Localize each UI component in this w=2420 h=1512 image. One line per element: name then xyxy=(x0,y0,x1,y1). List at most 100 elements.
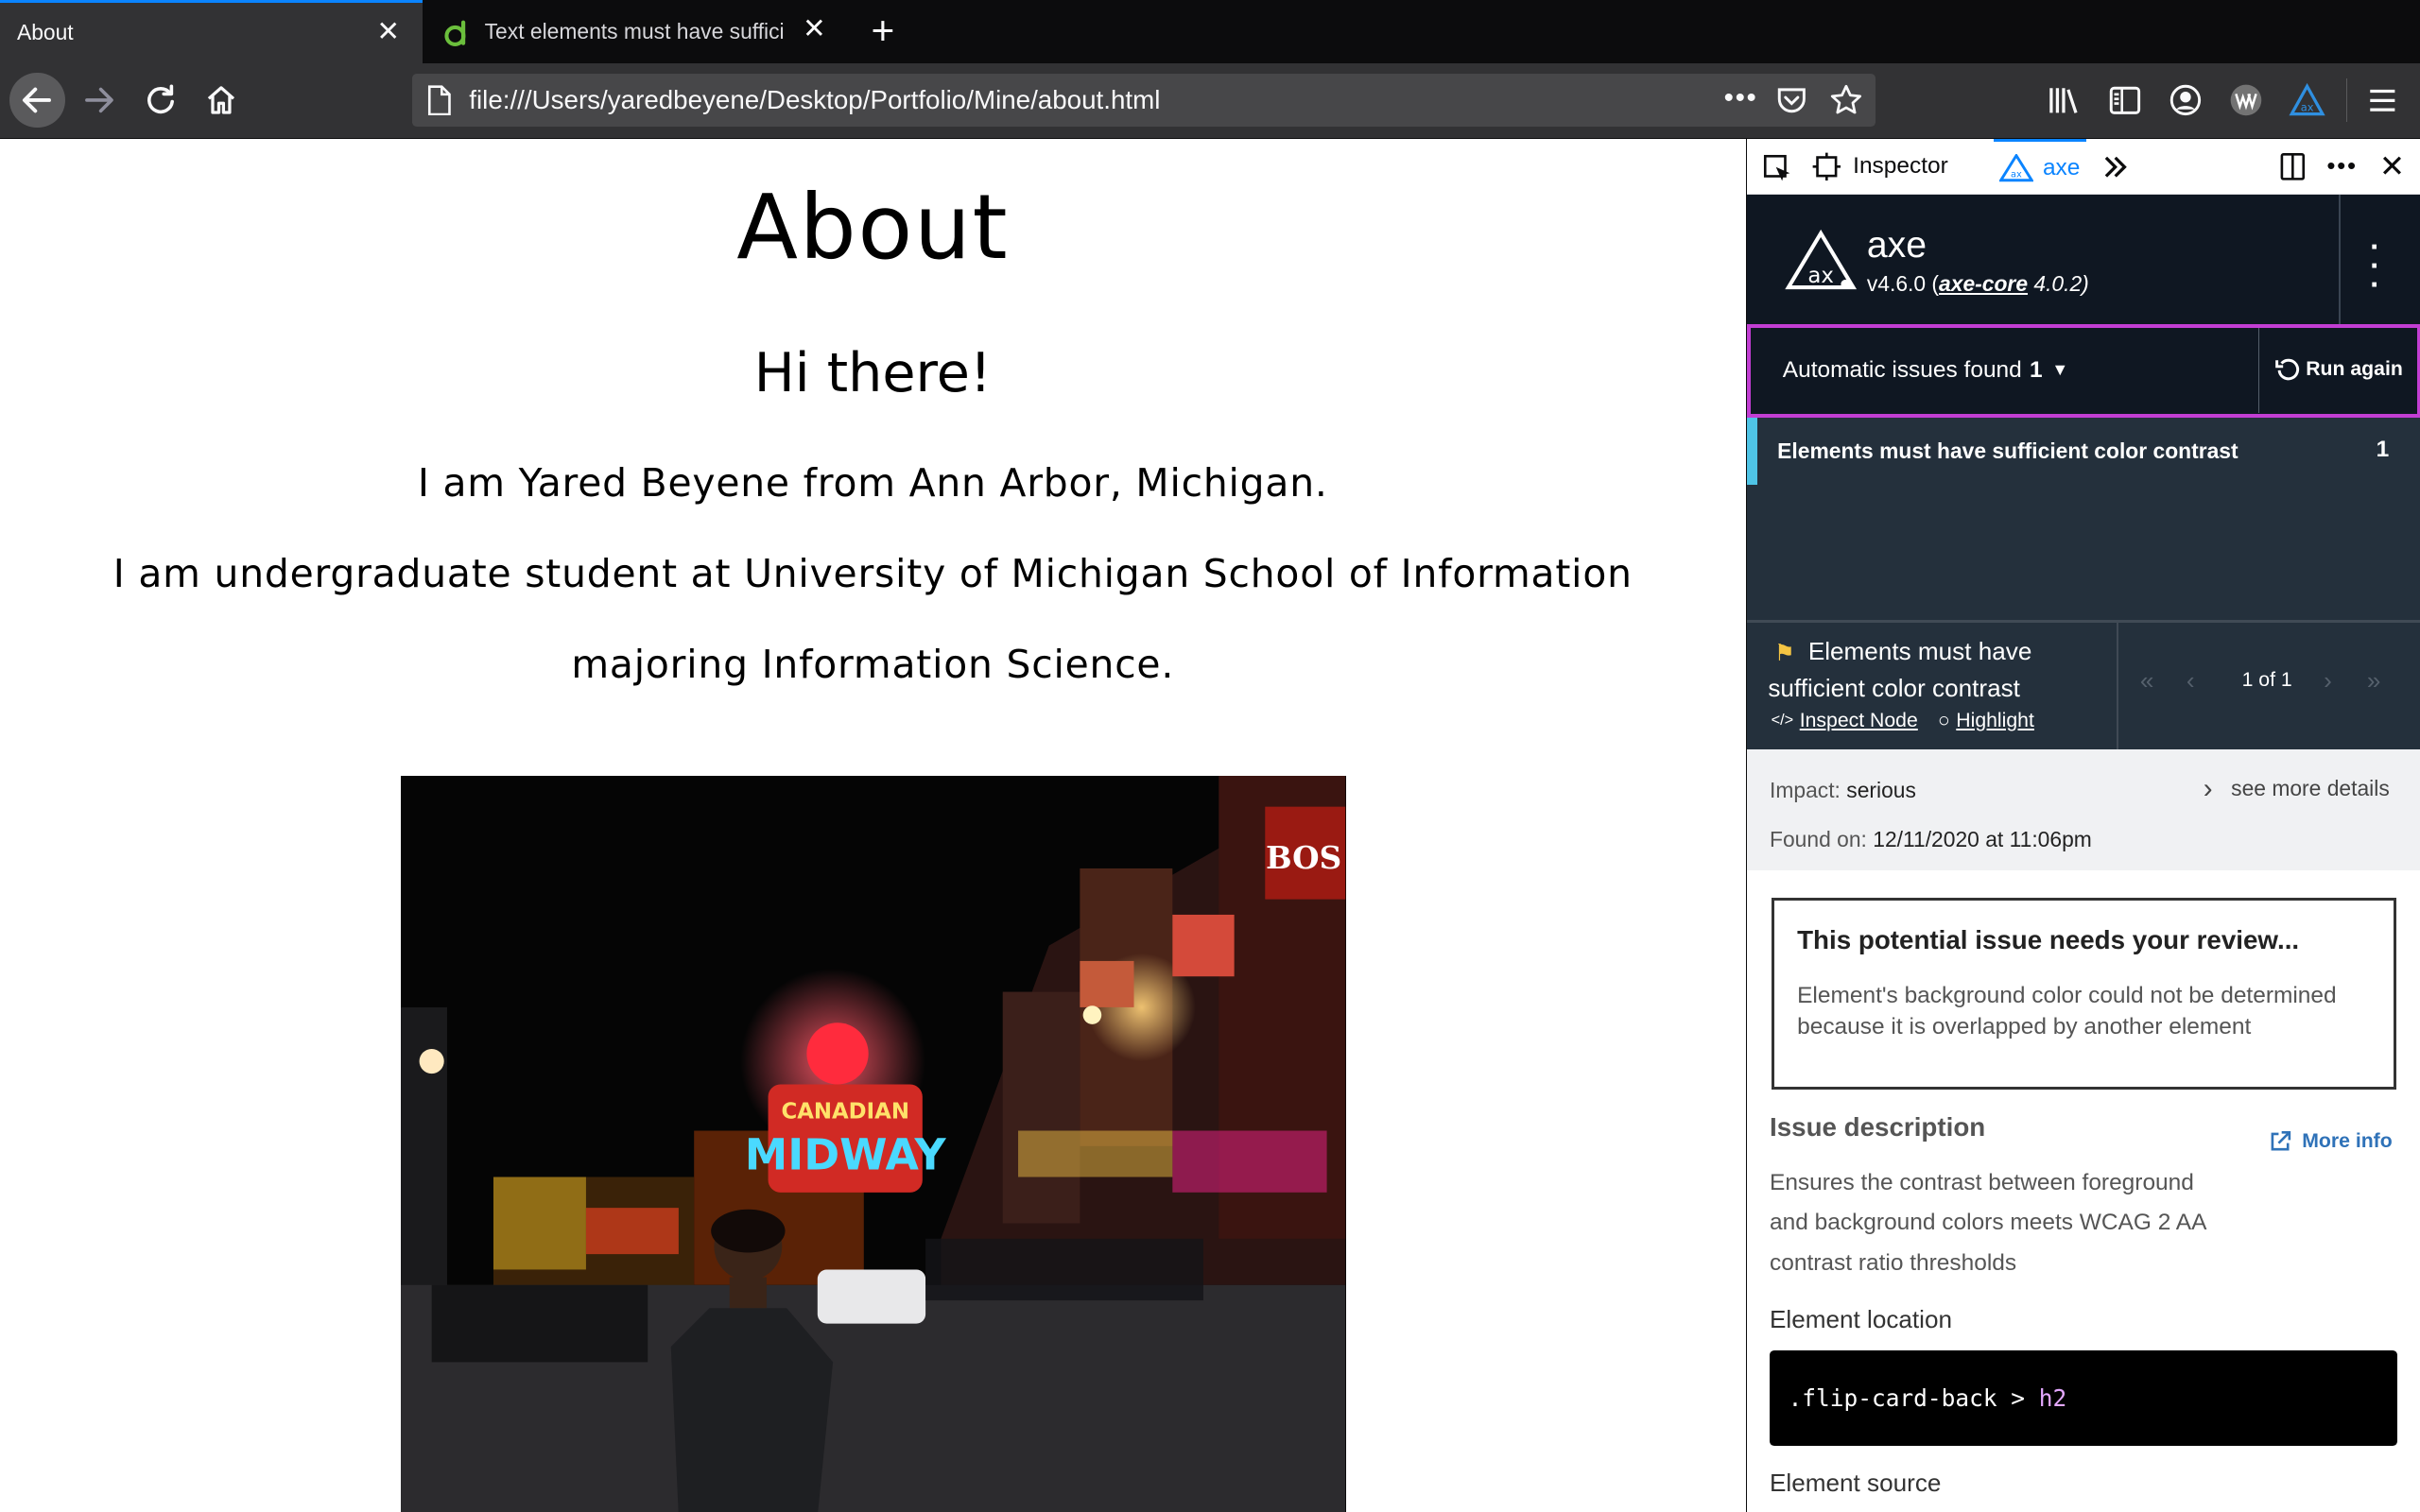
page-icon xyxy=(427,85,451,116)
run-again-button[interactable]: Run again xyxy=(2274,357,2403,382)
tab-strip: About ✕ Text elements must have suffici … xyxy=(0,0,2420,63)
hamburger-menu-icon[interactable] xyxy=(2367,85,2398,116)
rule-count: 1 xyxy=(2376,437,2390,463)
toolbar-divider xyxy=(2345,78,2348,122)
account-icon[interactable] xyxy=(2169,83,2203,117)
first-page-icon[interactable]: « xyxy=(2140,666,2154,696)
issue-detail-header: ⚑ Elements must have sufficient color co… xyxy=(1746,620,2420,750)
profile-photo: CANADIAN MIDWAY BOS xyxy=(401,776,1346,1512)
flag-icon: ⚑ xyxy=(1773,640,1795,666)
devtools-toolbar: Inspector ax axe ••• ✕ xyxy=(1746,138,2420,195)
svg-text:ax: ax xyxy=(2301,101,2314,114)
highlight-link[interactable]: ○ Highlight xyxy=(1938,710,2034,732)
home-icon[interactable] xyxy=(193,73,249,129)
axe-logo-icon: ax xyxy=(1784,229,1857,289)
found-value: 12/11/2020 at 11:06pm xyxy=(1873,827,2092,852)
greeting-heading: Hi there! xyxy=(753,342,992,405)
tab-axe-issue[interactable]: Text elements must have suffici ✕ xyxy=(423,0,849,63)
rule-list-item[interactable]: Elements must have sufficient color cont… xyxy=(1746,418,2420,485)
intro-line-3: majoring Information Science. xyxy=(571,642,1175,688)
issues-dropdown[interactable]: Automatic issues found 1 ▼ xyxy=(1783,357,2068,384)
code-icon: </> xyxy=(1771,712,1794,730)
reload-icon[interactable] xyxy=(132,73,188,129)
svg-text:ax: ax xyxy=(2011,170,2022,180)
selector-tag: h2 xyxy=(2038,1383,2067,1412)
issue-description-heading: Issue description xyxy=(1770,1112,1986,1143)
impact: Impact: serious xyxy=(1770,778,1916,803)
library-icon[interactable] xyxy=(2047,85,2081,116)
found-label: Found on: xyxy=(1770,827,1867,852)
issue-detail-body: Impact: serious › see more details Found… xyxy=(1746,749,2420,1512)
axe-extension-icon[interactable]: ax xyxy=(2289,83,2325,117)
web-page: About Hi there! I am Yared Beyene from A… xyxy=(0,138,1746,1512)
axe-header: ax axe v4.6.0 (axe-core 4.0.2) · · · xyxy=(1746,194,2420,324)
page-actions-icon[interactable]: ••• xyxy=(1724,82,1758,114)
rule-indicator xyxy=(1746,418,1757,485)
bookmark-star-icon[interactable] xyxy=(1829,83,1863,117)
issue-meta: Impact: serious › see more details Found… xyxy=(1746,749,2420,870)
element-selector: .flip-card-back > h2 xyxy=(1770,1349,2398,1446)
pager-text: 1 of 1 xyxy=(2241,669,2292,692)
next-page-icon[interactable]: › xyxy=(2324,666,2332,696)
inspect-node-link[interactable]: </> Inspect Node xyxy=(1772,710,1918,732)
back-icon[interactable] xyxy=(9,72,65,129)
close-icon[interactable]: ✕ xyxy=(2379,148,2405,184)
review-callout: This potential issue needs your review..… xyxy=(1771,898,2396,1090)
refresh-icon xyxy=(2274,358,2299,381)
tab-axe[interactable]: ax axe xyxy=(1993,138,2086,195)
impact-value: serious xyxy=(1846,777,1916,802)
impact-label: Impact: xyxy=(1770,777,1841,802)
external-link-icon xyxy=(2271,1131,2291,1151)
dock-side-icon[interactable] xyxy=(2277,151,2308,182)
svg-text:BOS: BOS xyxy=(1266,839,1341,876)
chevron-right-icon: › xyxy=(2203,772,2213,804)
more-tabs-chevron-icon[interactable] xyxy=(2101,153,2129,180)
svg-text:CANADIAN: CANADIAN xyxy=(782,1100,910,1125)
close-icon[interactable]: ✕ xyxy=(803,15,826,43)
last-page-icon[interactable]: » xyxy=(2367,666,2381,696)
tab-inspector[interactable]: Inspector xyxy=(1811,139,1948,195)
see-more-details-button[interactable]: › see more details xyxy=(2204,773,2390,805)
see-more-label: see more details xyxy=(2231,776,2390,801)
new-tab-icon[interactable]: + xyxy=(852,0,913,63)
close-icon[interactable]: ✕ xyxy=(376,18,400,45)
element-location-heading: Element location xyxy=(1770,1305,1953,1334)
core-version: 4.0.2) xyxy=(2028,271,2089,297)
sidebar-icon[interactable] xyxy=(2108,85,2142,116)
wave-extension-icon[interactable] xyxy=(2229,83,2263,117)
review-body: Element's background color could not be … xyxy=(1797,983,2337,1040)
tab-title: Text elements must have suffici xyxy=(484,18,785,43)
detail-title-line2: sufficient color contrast xyxy=(1768,674,2020,703)
detail-title-line1: Elements must have xyxy=(1807,637,2032,665)
issue-description: Ensures the contrast between foreground … xyxy=(1770,1170,2206,1276)
inspect-node-label: Inspect Node xyxy=(1799,709,1918,731)
devtools-panel: Inspector ax axe ••• ✕ ax axe v4.6.0 (ax… xyxy=(1745,138,2420,1512)
more-info-link[interactable]: More info xyxy=(2268,1129,2393,1154)
intro-line-1: I am Yared Beyene from Ann Arbor, Michig… xyxy=(417,459,1328,506)
run-again-label: Run again xyxy=(2306,357,2403,380)
more-info-label: More info xyxy=(2302,1130,2393,1153)
axe-core-link[interactable]: axe-core xyxy=(1939,271,2028,296)
tab-label: Inspector xyxy=(1853,153,1948,180)
rule-list-empty xyxy=(1746,484,2420,621)
prev-page-icon[interactable]: ‹ xyxy=(2187,666,2195,696)
url-bar[interactable]: file:///Users/yaredbeyene/Desktop/Portfo… xyxy=(411,74,1876,127)
inspector-icon xyxy=(1812,152,1841,181)
tab-about[interactable]: About ✕ xyxy=(0,0,424,63)
axe-logo-icon: ax xyxy=(1999,154,2034,182)
url-text: file:///Users/yaredbeyene/Desktop/Portfo… xyxy=(469,85,1161,115)
forward-icon[interactable] xyxy=(71,73,127,129)
rule-title: Elements must have sufficient color cont… xyxy=(1777,438,2238,463)
version-text: v4.6.0 ( xyxy=(1866,271,1940,297)
intro-line-2: I am undergraduate student at University… xyxy=(112,550,1633,596)
devtools-menu-icon[interactable]: ••• xyxy=(2326,151,2357,180)
pager-divider xyxy=(2117,623,2118,750)
bar-divider xyxy=(2257,327,2260,413)
review-title: This potential issue needs your review..… xyxy=(1797,925,2300,955)
pocket-icon[interactable] xyxy=(1776,85,1807,116)
kebab-menu-icon[interactable]: · · · xyxy=(2370,232,2380,300)
svg-text:ax: ax xyxy=(1807,264,1834,288)
highlight-icon: ○ xyxy=(1937,709,1950,731)
issues-count: 1 xyxy=(2029,356,2043,383)
pick-element-icon[interactable] xyxy=(1762,153,1793,184)
